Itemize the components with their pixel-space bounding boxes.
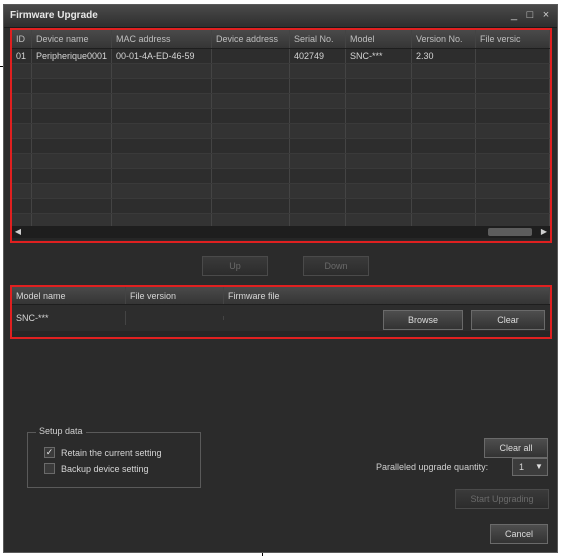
start-upgrading-button[interactable]: Start Upgrading (455, 489, 549, 509)
backup-checkbox[interactable] (44, 463, 55, 474)
down-button[interactable]: Down (303, 256, 369, 276)
firmware-table-highlight (10, 285, 552, 339)
retain-setting-option[interactable]: ✓ Retain the current setting (44, 447, 162, 458)
backup-setting-label: Backup device setting (61, 463, 149, 474)
title-bar[interactable]: Firmware Upgrade _ □ × (4, 5, 557, 28)
paralleled-quantity-value: 1 (519, 462, 525, 472)
cancel-button[interactable]: Cancel (490, 524, 548, 544)
setup-data-group: Setup data ✓ Retain the current setting … (27, 426, 201, 488)
retain-setting-label: Retain the current setting (61, 447, 162, 458)
close-button[interactable]: × (539, 8, 553, 22)
paralleled-upgrade-label: Paralleled upgrade quantity: (376, 462, 489, 472)
clear-all-button[interactable]: Clear all (484, 438, 548, 458)
paralleled-quantity-select[interactable]: 1 ▼ (512, 458, 548, 476)
maximize-button[interactable]: □ (523, 8, 537, 22)
window-title: Firmware Upgrade (10, 10, 98, 21)
window-controls: _ □ × (507, 8, 553, 22)
setup-data-legend: Setup data (36, 426, 86, 436)
backup-setting-option[interactable]: Backup device setting (44, 463, 149, 474)
up-button[interactable]: Up (202, 256, 268, 276)
minimize-button[interactable]: _ (507, 8, 521, 22)
chevron-down-icon[interactable]: ▼ (533, 460, 545, 474)
device-table-highlight (10, 28, 552, 243)
checkmark-icon[interactable]: ✓ (44, 447, 55, 458)
